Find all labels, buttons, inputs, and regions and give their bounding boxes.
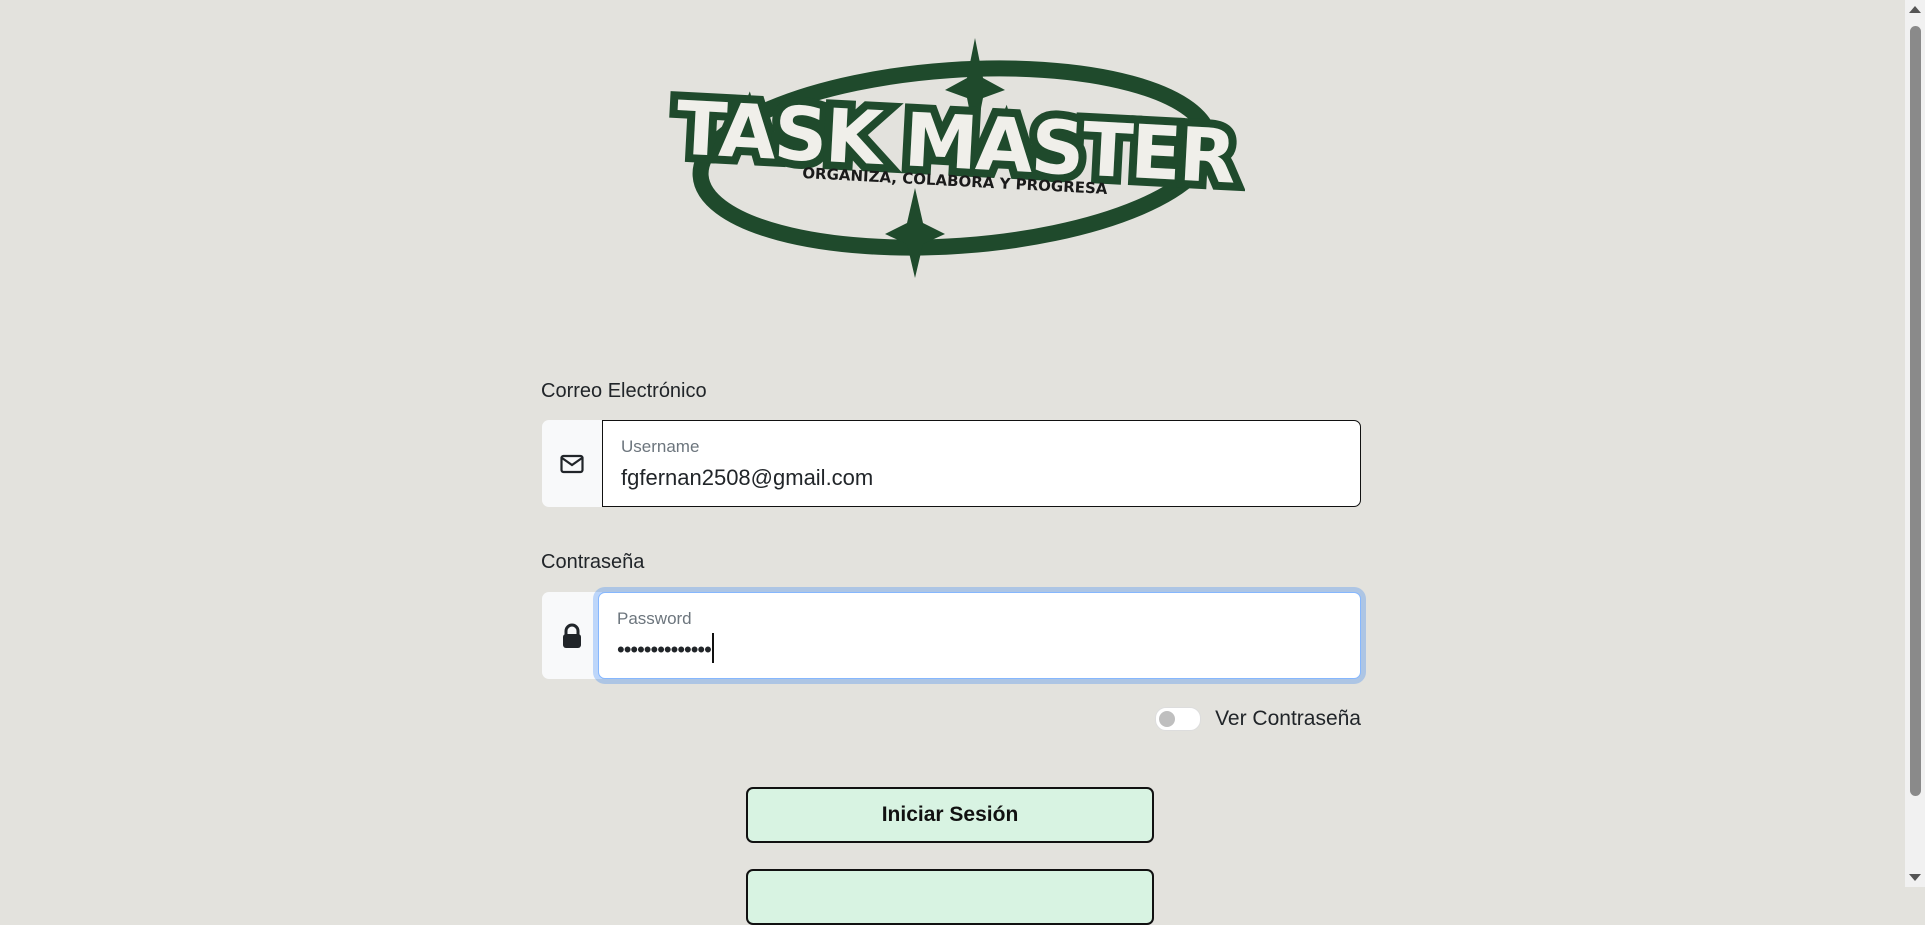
text-caret: [711, 633, 714, 663]
email-label: Correo Electrónico: [541, 380, 707, 402]
email-value: fgfernan2508@gmail.com: [621, 465, 874, 490]
envelope-icon: [542, 420, 602, 507]
email-placeholder: Username: [621, 437, 700, 456]
lock-icon: [542, 592, 602, 679]
vertical-scrollbar[interactable]: [1905, 0, 1925, 887]
secondary-button[interactable]: [746, 869, 1154, 925]
scroll-down-arrow-icon[interactable]: [1909, 874, 1921, 881]
show-password-toggle-row: Ver Contraseña: [1155, 707, 1361, 731]
email-input-group: Username fgfernan2508@gmail.com: [542, 420, 1361, 507]
password-placeholder: Password: [617, 609, 692, 628]
email-field[interactable]: Username fgfernan2508@gmail.com: [602, 420, 1361, 507]
show-password-label[interactable]: Ver Contraseña: [1215, 707, 1361, 731]
task-master-logo: TASK MASTER ORGANIZA, COLABORA Y PROGRES…: [666, 38, 1245, 278]
scroll-up-arrow-icon[interactable]: [1909, 6, 1921, 13]
scrollbar-thumb[interactable]: [1910, 26, 1921, 796]
password-input-group: Password ••••••••••••••: [542, 592, 1361, 679]
show-password-switch[interactable]: [1155, 707, 1202, 731]
login-button[interactable]: Iniciar Sesión: [746, 787, 1154, 843]
password-value: ••••••••••••••: [617, 637, 712, 662]
password-field[interactable]: Password ••••••••••••••: [598, 592, 1361, 679]
password-label: Contraseña: [541, 551, 645, 573]
